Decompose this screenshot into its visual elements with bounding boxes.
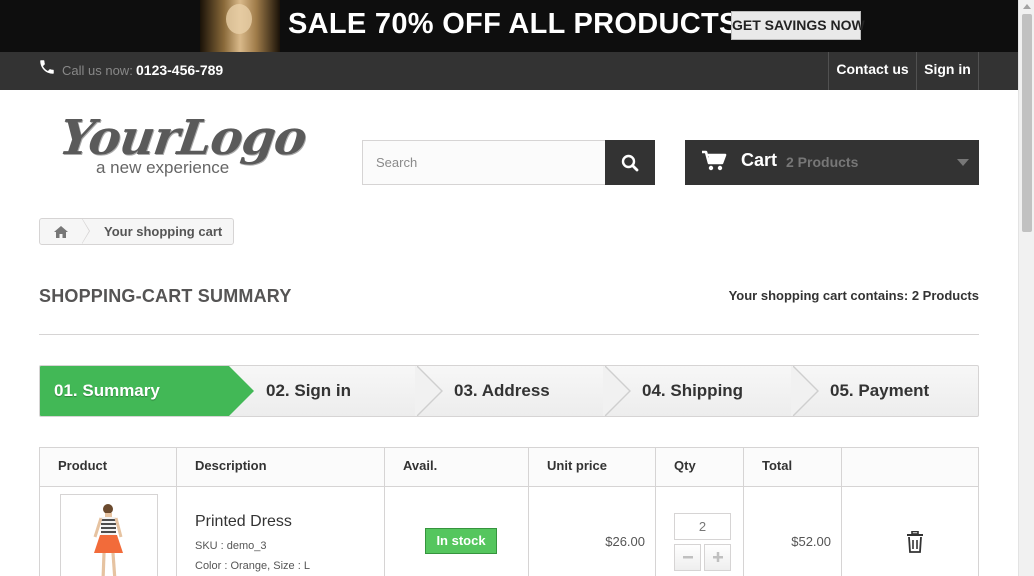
table-row-qty-cell: 2 bbox=[656, 487, 744, 576]
step-address[interactable]: 03. Address bbox=[440, 366, 604, 416]
step-payment[interactable]: 05. Payment bbox=[816, 366, 978, 416]
phone-icon bbox=[40, 60, 54, 74]
step-label: 01. Summary bbox=[54, 381, 160, 400]
product-name-link[interactable]: Printed Dress bbox=[195, 513, 292, 531]
page: SALE 70% OFF ALL PRODUCTS GET SAVINGS NO… bbox=[0, 0, 1034, 576]
table-row-total-cell: $52.00 bbox=[744, 487, 842, 576]
search-button[interactable] bbox=[605, 140, 655, 185]
phone-number: 0123-456-789 bbox=[136, 62, 224, 78]
step-summary-arrow bbox=[228, 366, 254, 416]
cart-contains-count: 2 Products bbox=[911, 288, 979, 303]
step-shipping[interactable]: 04. Shipping bbox=[628, 366, 792, 416]
status-badge: In stock bbox=[425, 528, 497, 554]
sign-in-link[interactable]: Sign in bbox=[916, 52, 979, 90]
product-image bbox=[93, 504, 123, 576]
step-divider bbox=[603, 366, 629, 416]
table-header: Product Description Avail. Unit price Qt… bbox=[40, 448, 978, 487]
minus-icon bbox=[682, 556, 693, 559]
breadcrumb: Your shopping cart bbox=[39, 218, 235, 245]
scroll-up-arrow-icon[interactable] bbox=[1023, 4, 1031, 9]
column-header-total: Total bbox=[744, 448, 842, 486]
table-row-actions-cell bbox=[842, 487, 978, 576]
banner-headline: SALE 70% OFF ALL PRODUCTS bbox=[288, 8, 739, 40]
column-header-qty: Qty bbox=[656, 448, 744, 486]
column-header-product: Product bbox=[40, 448, 177, 486]
table-row-description-cell: Printed Dress SKU : demo_3 Color : Orang… bbox=[177, 487, 385, 576]
cart-contains-summary: Your shopping cart contains: 2 Products bbox=[729, 288, 979, 303]
logo-tagline: a new experience bbox=[96, 158, 230, 177]
top-nav: Call us now: 0123-456-789 Contact us Sig… bbox=[0, 52, 1018, 90]
breadcrumb-home[interactable] bbox=[40, 218, 90, 244]
step-label: 04. Shipping bbox=[642, 381, 744, 400]
chevron-down-icon bbox=[957, 159, 969, 166]
step-divider bbox=[791, 366, 817, 416]
scrollbar-thumb[interactable] bbox=[1022, 14, 1032, 232]
column-header-actions bbox=[842, 448, 978, 486]
step-summary[interactable]: 01. Summary bbox=[40, 366, 228, 416]
search-field-wrapper bbox=[362, 140, 606, 185]
step-label: 02. Sign in bbox=[266, 381, 352, 400]
cart-icon bbox=[702, 150, 727, 171]
product-attributes-link[interactable]: Color : Orange, Size : L bbox=[195, 560, 310, 572]
line-total: $52.00 bbox=[791, 534, 831, 549]
checkout-steps: 01. Summary 02. Sign in 03. Address 04. … bbox=[39, 365, 979, 417]
quantity-increase-button[interactable] bbox=[704, 544, 731, 571]
banner-model-image bbox=[200, 0, 280, 52]
breadcrumb-current: Your shopping cart bbox=[104, 224, 223, 239]
table-row-unit-price-cell: $26.00 bbox=[529, 487, 656, 576]
step-sign-in[interactable]: 02. Sign in bbox=[252, 366, 416, 416]
cart-contains-label: Your shopping cart contains: bbox=[728, 288, 909, 303]
call-us-label: Call us now: bbox=[62, 63, 133, 78]
cart-dropdown[interactable]: Cart 2 Products bbox=[685, 140, 979, 185]
column-header-unit-price: Unit price bbox=[529, 448, 656, 486]
trash-icon[interactable] bbox=[905, 531, 925, 553]
quantity-decrease-button[interactable] bbox=[674, 544, 701, 571]
page-title: Shopping-cart summary bbox=[39, 286, 292, 306]
unit-price: $26.00 bbox=[605, 534, 645, 549]
promo-banner[interactable]: SALE 70% OFF ALL PRODUCTS GET SAVINGS NO… bbox=[0, 0, 1018, 52]
cart-table: Product Description Avail. Unit price Qt… bbox=[39, 447, 979, 576]
plus-icon bbox=[712, 552, 723, 562]
search-input[interactable] bbox=[363, 141, 605, 184]
contact-us-link[interactable]: Contact us bbox=[828, 52, 916, 90]
cart-label: Cart bbox=[741, 150, 778, 170]
step-label: 03. Address bbox=[454, 381, 550, 400]
step-divider bbox=[415, 366, 441, 416]
table-row-availability-cell: In stock bbox=[385, 487, 529, 576]
search-icon bbox=[621, 154, 639, 172]
site-logo[interactable]: YourLogo a new experience bbox=[56, 110, 310, 180]
column-header-description: Description bbox=[177, 448, 385, 486]
product-sku: SKU : demo_3 bbox=[195, 540, 267, 552]
step-label: 05. Payment bbox=[830, 381, 930, 400]
product-thumbnail[interactable] bbox=[60, 494, 158, 576]
home-icon bbox=[54, 225, 68, 238]
get-savings-button[interactable]: GET SAVINGS NOW bbox=[731, 11, 865, 40]
heading-divider bbox=[39, 334, 979, 335]
column-header-availability: Avail. bbox=[385, 448, 529, 486]
quantity-input[interactable]: 2 bbox=[674, 513, 731, 540]
table-row-product-cell bbox=[40, 487, 177, 576]
cart-product-count: 2 Products bbox=[786, 154, 859, 170]
vertical-scrollbar[interactable] bbox=[1018, 0, 1034, 576]
